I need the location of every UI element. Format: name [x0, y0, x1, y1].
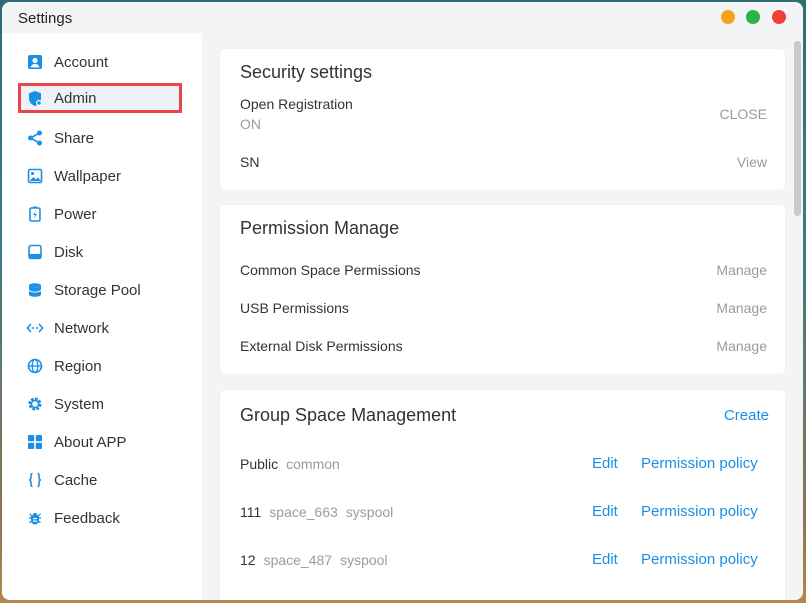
bug-icon	[26, 509, 44, 527]
power-icon	[26, 205, 44, 223]
globe-icon	[26, 357, 44, 375]
sidebar-item-label: Cache	[54, 471, 98, 489]
group-space-id: common	[286, 456, 340, 472]
card-title: Security settings	[240, 62, 373, 82]
group-label: 111	[240, 504, 262, 520]
braces-icon	[26, 471, 44, 489]
wallpaper-icon	[26, 167, 44, 185]
group-label: Public	[240, 456, 279, 472]
sidebar-item-admin[interactable]: Admin	[18, 83, 182, 113]
minimize-button[interactable]	[721, 10, 735, 24]
group-name: 111 space_663 syspool	[240, 504, 393, 520]
manage-common-space-button[interactable]: Manage	[716, 262, 767, 278]
share-icon	[26, 129, 44, 147]
manage-usb-button[interactable]: Manage	[716, 300, 767, 316]
content-scrollbar[interactable]	[792, 33, 803, 600]
settings-content: Security settings Open Registration ON C…	[203, 33, 791, 600]
group-space-id: space_663	[269, 504, 338, 520]
sidebar-item-label: Network	[54, 319, 110, 337]
sidebar-item-share[interactable]: Share	[18, 123, 182, 153]
sidebar-item-label: System	[54, 395, 105, 413]
storage-pool-icon	[26, 281, 44, 299]
sidebar-item-about-app[interactable]: About APP	[18, 427, 182, 457]
manage-external-disk-button[interactable]: Manage	[716, 338, 767, 354]
sidebar-item-label: Feedback	[54, 509, 120, 527]
group-space-id: space_487	[263, 552, 333, 568]
sidebar-item-account[interactable]: Account	[18, 47, 182, 77]
permission-manage-card: Permission Manage Common Space Permissio…	[220, 205, 785, 374]
window-title: Settings	[18, 10, 73, 27]
group-pool: syspool	[340, 552, 388, 568]
open-registration-status: ON	[240, 116, 261, 132]
sidebar-item-label: Admin	[54, 89, 97, 107]
close-button[interactable]	[772, 10, 786, 24]
sidebar-item-label: Storage Pool	[54, 281, 141, 299]
sidebar-item-power[interactable]: Power	[18, 199, 182, 229]
network-icon	[26, 319, 44, 337]
apps-grid-icon	[26, 433, 44, 451]
sidebar-item-label: Region	[54, 357, 102, 375]
sidebar-item-label: Account	[54, 53, 109, 71]
edit-group-button[interactable]: Edit	[592, 455, 618, 472]
sidebar-item-disk[interactable]: Disk	[18, 237, 182, 267]
card-title: Permission Manage	[240, 218, 400, 238]
card-title: Group Space Management	[240, 405, 457, 425]
sidebar-item-label: Wallpaper	[54, 167, 121, 185]
sidebar-item-wallpaper[interactable]: Wallpaper	[18, 161, 182, 191]
usb-permissions-label: USB Permissions	[240, 300, 349, 316]
group-pool: syspool	[345, 504, 394, 520]
sidebar-item-region[interactable]: Region	[18, 351, 182, 381]
sidebar-item-storage-pool[interactable]: Storage Pool	[18, 275, 182, 305]
group-name: Public common	[240, 456, 340, 472]
create-group-button[interactable]: Create	[724, 407, 769, 424]
security-settings-card: Security settings Open Registration ON C…	[220, 49, 785, 190]
group-space-management-card: Group Space Management Create Public comm…	[220, 390, 785, 600]
permission-policy-button[interactable]: Permission policy	[641, 551, 758, 568]
open-registration-label: Open Registration	[240, 96, 353, 112]
sidebar-item-label: Disk	[54, 243, 84, 261]
sn-label: SN	[240, 154, 260, 170]
scrollbar-thumb[interactable]	[794, 41, 801, 216]
sidebar-item-network[interactable]: Network	[18, 313, 182, 343]
sidebar-item-feedback[interactable]: Feedback	[18, 503, 182, 533]
permission-policy-button[interactable]: Permission policy	[641, 503, 758, 520]
edit-group-button[interactable]: Edit	[592, 503, 618, 520]
view-sn-button[interactable]: View	[737, 154, 767, 170]
sidebar-item-system[interactable]: System	[18, 389, 182, 419]
external-disk-permissions-label: External Disk Permissions	[240, 338, 403, 354]
sidebar-item-label: Power	[54, 205, 97, 223]
sidebar: Account Admin Share Wallpaper Power Disk…	[2, 33, 202, 600]
account-icon	[26, 53, 44, 71]
permission-policy-button[interactable]: Permission policy	[641, 455, 758, 472]
maximize-button[interactable]	[746, 10, 760, 24]
sidebar-item-cache[interactable]: Cache	[18, 465, 182, 495]
title-bar: Settings	[2, 2, 803, 33]
common-space-permissions-label: Common Space Permissions	[240, 262, 421, 278]
close-registration-button[interactable]: CLOSE	[720, 106, 767, 122]
sidebar-item-label: About APP	[54, 433, 127, 451]
group-label: 12	[240, 552, 256, 568]
gear-icon	[26, 395, 44, 413]
sidebar-item-label: Share	[54, 129, 95, 147]
disk-icon	[26, 243, 44, 261]
settings-window: Settings Account Admin Share Wallpaper P…	[2, 2, 803, 600]
admin-shield-icon	[26, 89, 44, 107]
edit-group-button[interactable]: Edit	[592, 551, 618, 568]
group-name: 12 space_487 syspool	[240, 552, 388, 568]
